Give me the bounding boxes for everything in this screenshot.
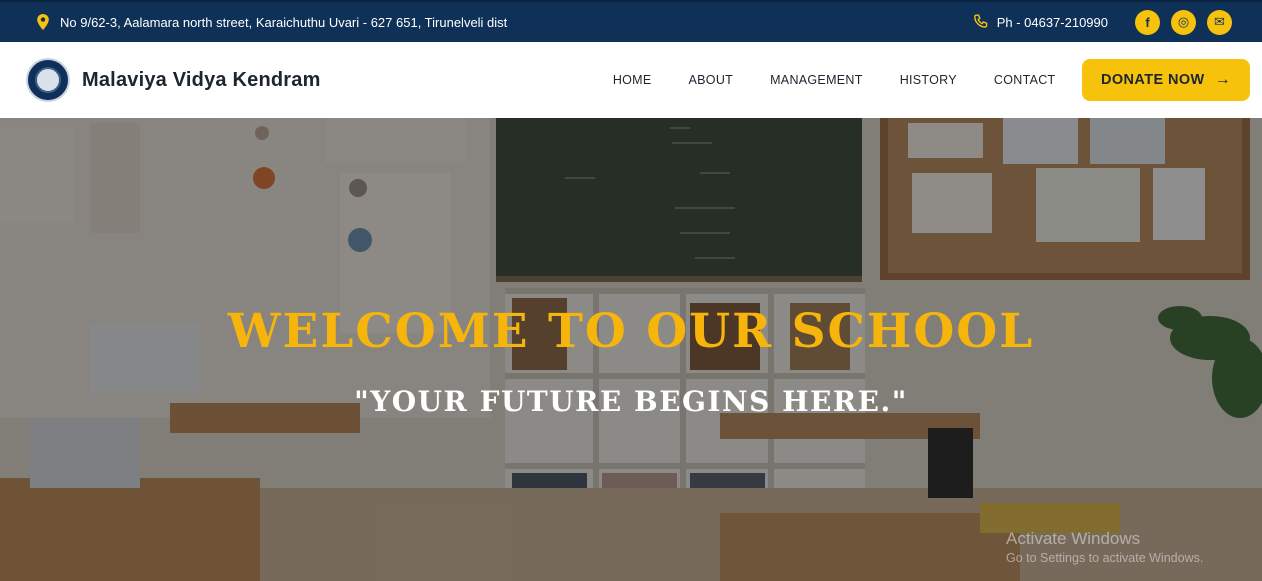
nav-link-contact[interactable]: CONTACT	[994, 73, 1056, 87]
instagram-icon[interactable]: ◎	[1171, 9, 1196, 35]
hero-banner: WELCOME TO OUR SCHOOL "YOUR FUTURE BEGIN…	[0, 118, 1262, 581]
watermark-subtitle: Go to Settings to activate Windows.	[1006, 551, 1204, 565]
watermark-title: Activate Windows	[1006, 529, 1141, 548]
logo-emblem	[35, 67, 61, 93]
social-links: f ◎ ✉	[1124, 9, 1232, 35]
nav-link-about[interactable]: ABOUT	[689, 73, 734, 87]
nav-menu: HOME ABOUT MANAGEMENT HISTORY CONTACT DO…	[594, 59, 1250, 101]
address-text: No 9/62-3, Aalamara north street, Karaic…	[60, 14, 508, 30]
facebook-icon[interactable]: f	[1135, 9, 1160, 35]
location-pin-icon	[37, 14, 49, 30]
nav-link-history[interactable]: HISTORY	[900, 73, 957, 87]
nav-link-home[interactable]: HOME	[613, 73, 652, 87]
hero-tagline: "YOUR FUTURE BEGINS HERE."	[354, 385, 908, 418]
main-navbar: Malaviya Vidya Kendram HOME ABOUT MANAGE…	[0, 42, 1262, 118]
mail-icon[interactable]: ✉	[1207, 9, 1232, 35]
donate-now-button[interactable]: DONATE NOW →	[1082, 59, 1250, 101]
donate-label: DONATE NOW	[1100, 72, 1205, 88]
phone-icon	[973, 14, 987, 28]
activate-windows-watermark: Activate Windows Go to Settings to activ…	[1006, 529, 1203, 565]
top-info-bar: No 9/62-3, Aalamara north street, Karaic…	[0, 0, 1262, 42]
brand-name[interactable]: Malaviya Vidya Kendram	[82, 69, 321, 92]
school-logo[interactable]	[26, 58, 70, 102]
nav-link-management[interactable]: MANAGEMENT	[770, 73, 863, 87]
contact-block: Ph - 04637-210990 f ◎ ✉	[973, 9, 1232, 35]
arrow-right-icon: →	[1214, 71, 1232, 88]
phone-text: Ph - 04637-210990	[996, 14, 1108, 30]
hero-headline: WELCOME TO OUR SCHOOL	[227, 304, 1035, 359]
address-block: No 9/62-3, Aalamara north street, Karaic…	[36, 14, 507, 30]
